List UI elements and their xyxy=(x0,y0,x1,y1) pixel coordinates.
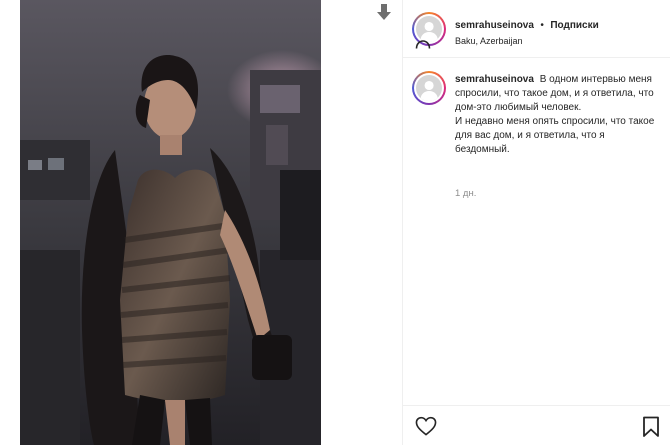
header-text: semrahuseinova • Подписки Baku, Azerbaij… xyxy=(455,15,599,46)
like-button[interactable] xyxy=(415,416,437,441)
save-button[interactable] xyxy=(642,416,660,443)
caption-username[interactable]: semrahuseinova xyxy=(455,74,534,85)
post-caption: semrahuseinova В одном интервью меня спр… xyxy=(455,73,661,157)
bookmark-icon xyxy=(643,416,659,437)
author-username[interactable]: semrahuseinova xyxy=(455,20,534,31)
post-photo-illustration xyxy=(20,0,321,445)
page-margin xyxy=(0,0,20,445)
user-placeholder-icon xyxy=(416,75,442,101)
post-header: semrahuseinova • Подписки Baku, Azerbaij… xyxy=(403,0,670,58)
post-details-panel: semrahuseinova • Подписки Baku, Azerbaij… xyxy=(402,0,670,445)
caption-text: В одном интервью меня спросили, что тако… xyxy=(455,74,655,155)
post-photo[interactable] xyxy=(20,0,321,445)
separator-dot: • xyxy=(540,20,544,31)
download-arrow-icon xyxy=(377,4,391,20)
comment-button[interactable] xyxy=(415,36,431,54)
post-timestamp[interactable]: 1 дн. xyxy=(455,188,476,199)
post-location[interactable]: Baku, Azerbaijan xyxy=(455,36,599,46)
post-actions xyxy=(403,405,670,445)
following-button[interactable]: Подписки xyxy=(550,20,598,31)
heart-icon xyxy=(415,416,437,436)
caption-avatar[interactable] xyxy=(412,71,446,105)
scroll-down-arrow[interactable] xyxy=(377,4,391,22)
comment-icon xyxy=(415,40,431,49)
